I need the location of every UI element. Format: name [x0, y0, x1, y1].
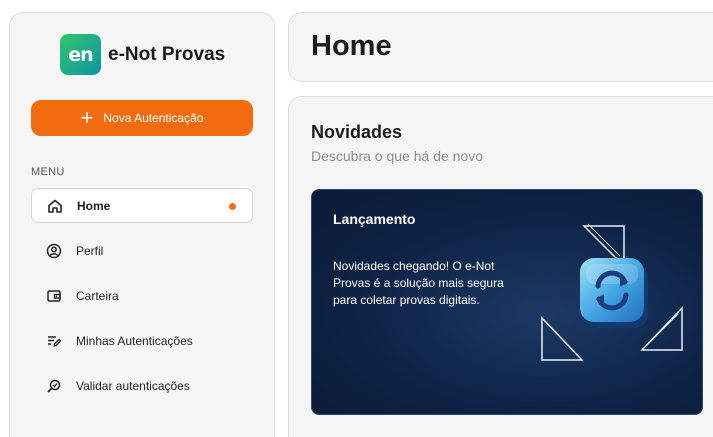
- announcement-card[interactable]: Lançamento Novidades chegando! O e-Not P…: [311, 189, 703, 415]
- plus-icon: +: [80, 105, 94, 130]
- sidebar-item-label: Carteira: [76, 288, 119, 303]
- home-icon: [46, 197, 64, 215]
- page-header: Home: [288, 12, 713, 82]
- user-icon: [45, 242, 63, 260]
- new-authentication-label: Nova Autenticação: [103, 111, 204, 125]
- sidebar-item-minhas-autenticacoes[interactable]: Minhas Autenticações: [31, 323, 253, 358]
- active-indicator-dot: [229, 203, 236, 210]
- search-check-icon: [45, 377, 63, 395]
- brand[interactable]: en e-Not Provas: [60, 34, 225, 75]
- menu-label: MENU: [31, 166, 65, 178]
- brand-name: e-Not Provas: [108, 43, 226, 65]
- section-title: Novidades: [311, 122, 403, 142]
- sidebar-item-perfil[interactable]: Perfil: [31, 233, 253, 268]
- app-logo: en: [60, 34, 101, 75]
- new-authentication-button[interactable]: + Nova Autenticação: [31, 100, 253, 136]
- wallet-icon: [45, 287, 63, 305]
- sidebar-item-carteira[interactable]: Carteira: [31, 278, 253, 313]
- card-title: Lançamento: [333, 211, 416, 227]
- sidebar-item-label: Perfil: [76, 243, 104, 258]
- section-subtitle: Descubra o que há de novo: [311, 148, 484, 164]
- main-panel: Novidades Descubra o que há de novo Lanç…: [288, 96, 713, 437]
- card-text: Novidades chegando! O e-Not Provas é a s…: [333, 259, 504, 307]
- sidebar: en e-Not Provas + Nova Autenticação MENU…: [9, 12, 275, 437]
- sidebar-item-validar-autenticacoes[interactable]: Validar autenticações: [31, 368, 253, 403]
- sidebar-item-label: Validar autenticações: [76, 378, 190, 393]
- sync-icon: [541, 223, 683, 361]
- sidebar-item-label: Minhas Autenticações: [76, 333, 193, 348]
- sidebar-item-home[interactable]: Home: [31, 188, 253, 223]
- page-title: Home: [311, 30, 392, 62]
- edit-list-icon: [45, 332, 63, 350]
- sidebar-item-label: Home: [77, 198, 111, 213]
